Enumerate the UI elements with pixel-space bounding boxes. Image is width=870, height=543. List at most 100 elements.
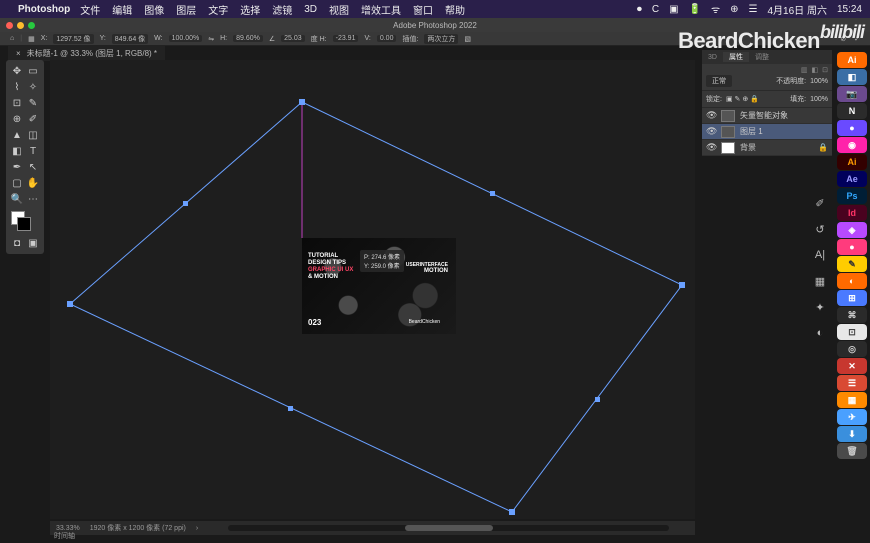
dock-app-icon[interactable]: ◉ bbox=[837, 137, 867, 153]
tab-close-icon[interactable]: × bbox=[16, 49, 21, 58]
adjust-panel-icon[interactable]: ◐ bbox=[811, 324, 829, 342]
brush-tool[interactable]: ✐ bbox=[25, 111, 41, 127]
dock-app-icon[interactable]: Ae bbox=[837, 171, 867, 187]
lock-icons[interactable]: ▣ ✎ ⊕ 🔒 bbox=[726, 95, 759, 103]
chevron-right-icon[interactable]: › bbox=[196, 525, 198, 532]
stamp-tool[interactable]: ▲ bbox=[9, 127, 25, 143]
dock-app-icon[interactable]: ◈ bbox=[837, 222, 867, 238]
dock-app-icon[interactable]: N bbox=[837, 103, 867, 119]
dock-app-icon[interactable]: ⬇ bbox=[837, 426, 867, 442]
dock-app-icon[interactable]: Ai bbox=[837, 52, 867, 68]
menu-select[interactable]: 选择 bbox=[240, 2, 260, 17]
dock-app-icon[interactable]: ◐ bbox=[837, 273, 867, 289]
menu-view[interactable]: 视图 bbox=[329, 2, 349, 17]
horizontal-scrollbar[interactable] bbox=[228, 525, 669, 531]
gradient-tool[interactable]: ◧ bbox=[9, 143, 25, 159]
menu-edit[interactable]: 编辑 bbox=[112, 2, 132, 17]
dock-app-icon[interactable]: ▦ bbox=[837, 392, 867, 408]
opt-hskew-value[interactable]: -23.91 bbox=[333, 35, 359, 42]
more-tools[interactable]: ⋯ bbox=[25, 191, 41, 207]
type-tool[interactable]: T bbox=[25, 143, 41, 159]
status-wifi-icon[interactable]: ᯤ bbox=[711, 2, 720, 16]
dock-app-icon[interactable]: ⌘ bbox=[837, 307, 867, 323]
dock-app-icon[interactable]: ⊡ bbox=[837, 324, 867, 340]
opt-angle-value[interactable]: 25.03 bbox=[281, 35, 305, 42]
menu-3d[interactable]: 3D bbox=[304, 4, 317, 15]
dock-app-icon[interactable]: ◧ bbox=[837, 69, 867, 85]
crop-tool[interactable]: ⊡ bbox=[9, 95, 25, 111]
zoom-tool[interactable]: 🔍 bbox=[9, 191, 25, 207]
status-control-icon[interactable]: ☰ bbox=[749, 4, 758, 15]
path-tool[interactable]: ↖ bbox=[25, 159, 41, 175]
menu-plugins[interactable]: 增效工具 bbox=[361, 2, 401, 17]
dock-app-icon[interactable]: Ps bbox=[837, 188, 867, 204]
maximize-window-icon[interactable] bbox=[28, 22, 35, 29]
tab-3d[interactable]: 3D bbox=[702, 54, 723, 61]
warp-icon[interactable]: ▧ bbox=[464, 35, 471, 43]
lasso-tool[interactable]: ⌇ bbox=[9, 79, 25, 95]
timeline-label[interactable]: 时间轴 bbox=[50, 529, 79, 543]
dock-app-icon[interactable]: ✕ bbox=[837, 358, 867, 374]
eraser-tool[interactable]: ◫ bbox=[25, 127, 41, 143]
status-search-icon[interactable]: ⊕ bbox=[730, 4, 738, 15]
wand-tool[interactable]: ✧ bbox=[25, 79, 41, 95]
dock-app-icon[interactable]: Ai bbox=[837, 154, 867, 170]
minimize-window-icon[interactable] bbox=[17, 22, 24, 29]
screenmode-tool[interactable]: ▣ bbox=[25, 235, 41, 251]
scrollbar-thumb[interactable] bbox=[405, 525, 493, 531]
blend-mode-select[interactable]: 正常 bbox=[706, 75, 732, 87]
doc-dims[interactable]: 1920 像素 x 1200 像素 (72 ppi) bbox=[90, 523, 186, 533]
pen-tool[interactable]: ✒ bbox=[9, 159, 25, 175]
history-panel-icon[interactable]: ↺ bbox=[811, 220, 829, 238]
menu-file[interactable]: 文件 bbox=[80, 2, 100, 17]
panel-icon[interactable]: ⊡ bbox=[822, 66, 828, 70]
menu-filter[interactable]: 滤镜 bbox=[272, 2, 292, 17]
menu-help[interactable]: 帮助 bbox=[445, 2, 465, 17]
close-window-icon[interactable] bbox=[6, 22, 13, 29]
opt-y-value[interactable]: 849.64 像 bbox=[112, 34, 148, 44]
status-time[interactable]: 15:24 bbox=[837, 4, 862, 15]
shape-tool[interactable]: ▢ bbox=[9, 175, 25, 191]
visibility-icon[interactable]: 👁 bbox=[706, 142, 716, 153]
background-color[interactable] bbox=[17, 217, 31, 231]
status-app-icon[interactable]: ▣ bbox=[669, 4, 678, 15]
layer-row[interactable]: 👁 矢量智能对象 bbox=[702, 108, 832, 124]
menu-window[interactable]: 窗口 bbox=[413, 2, 433, 17]
dock-app-icon[interactable]: ☰ bbox=[837, 375, 867, 391]
link-icon[interactable]: ⇋ bbox=[208, 35, 214, 43]
char-panel-icon[interactable]: A| bbox=[811, 246, 829, 264]
hand-tool[interactable]: ✋ bbox=[25, 175, 41, 191]
color-swatches[interactable] bbox=[9, 211, 41, 235]
opt-w-value[interactable]: 100.00% bbox=[169, 35, 203, 42]
document-tab[interactable]: × 未标题-1 @ 33.3% (图层 1, RGB/8) * bbox=[8, 46, 165, 61]
fill-value[interactable]: 100% bbox=[810, 96, 828, 103]
dock-app-icon[interactable]: ✎ bbox=[837, 256, 867, 272]
move-tool[interactable]: ✥ bbox=[9, 63, 25, 79]
opacity-value[interactable]: 100% bbox=[810, 78, 828, 85]
dock-app-icon[interactable]: Id bbox=[837, 205, 867, 221]
layer-name[interactable]: 图层 1 bbox=[740, 126, 763, 137]
layer-name[interactable]: 背景 bbox=[740, 142, 756, 153]
quickmask-tool[interactable]: ◘ bbox=[9, 235, 25, 251]
layer-row[interactable]: 👁 图层 1 bbox=[702, 124, 832, 140]
visibility-icon[interactable]: 👁 bbox=[706, 126, 716, 137]
eyedropper-tool[interactable]: ✎ bbox=[25, 95, 41, 111]
smart-object-preview[interactable]: TUTORIAL DESIGN TIPS GRAPHIC UI UX & MOT… bbox=[302, 238, 456, 334]
lock-icon[interactable]: 🔒 bbox=[818, 143, 828, 152]
visibility-icon[interactable]: 👁 bbox=[706, 110, 716, 121]
status-date[interactable]: 4月16日 周六 bbox=[768, 2, 827, 17]
dock-app-icon[interactable]: ⊞ bbox=[837, 290, 867, 306]
dock-app-icon[interactable]: 🗑 bbox=[837, 443, 867, 459]
dock-app-icon[interactable]: 📷 bbox=[837, 86, 867, 102]
layer-name[interactable]: 矢量智能对象 bbox=[740, 110, 788, 121]
dock-app-icon[interactable]: ✈ bbox=[837, 409, 867, 425]
dock-app-icon[interactable]: ● bbox=[837, 239, 867, 255]
canvas[interactable]: TUTORIAL DESIGN TIPS GRAPHIC UI UX & MOT… bbox=[50, 60, 695, 519]
opt-vskew-value[interactable]: 0.00 bbox=[377, 35, 397, 42]
opt-h-value[interactable]: 89.60% bbox=[233, 35, 263, 42]
dock-app-icon[interactable]: ◎ bbox=[837, 341, 867, 357]
status-ctr-icon[interactable]: C bbox=[652, 4, 659, 15]
layer-row[interactable]: 👁 背景 🔒 bbox=[702, 140, 832, 156]
menu-image[interactable]: 图像 bbox=[144, 2, 164, 17]
panel-icon[interactable]: ◧ bbox=[812, 66, 819, 70]
